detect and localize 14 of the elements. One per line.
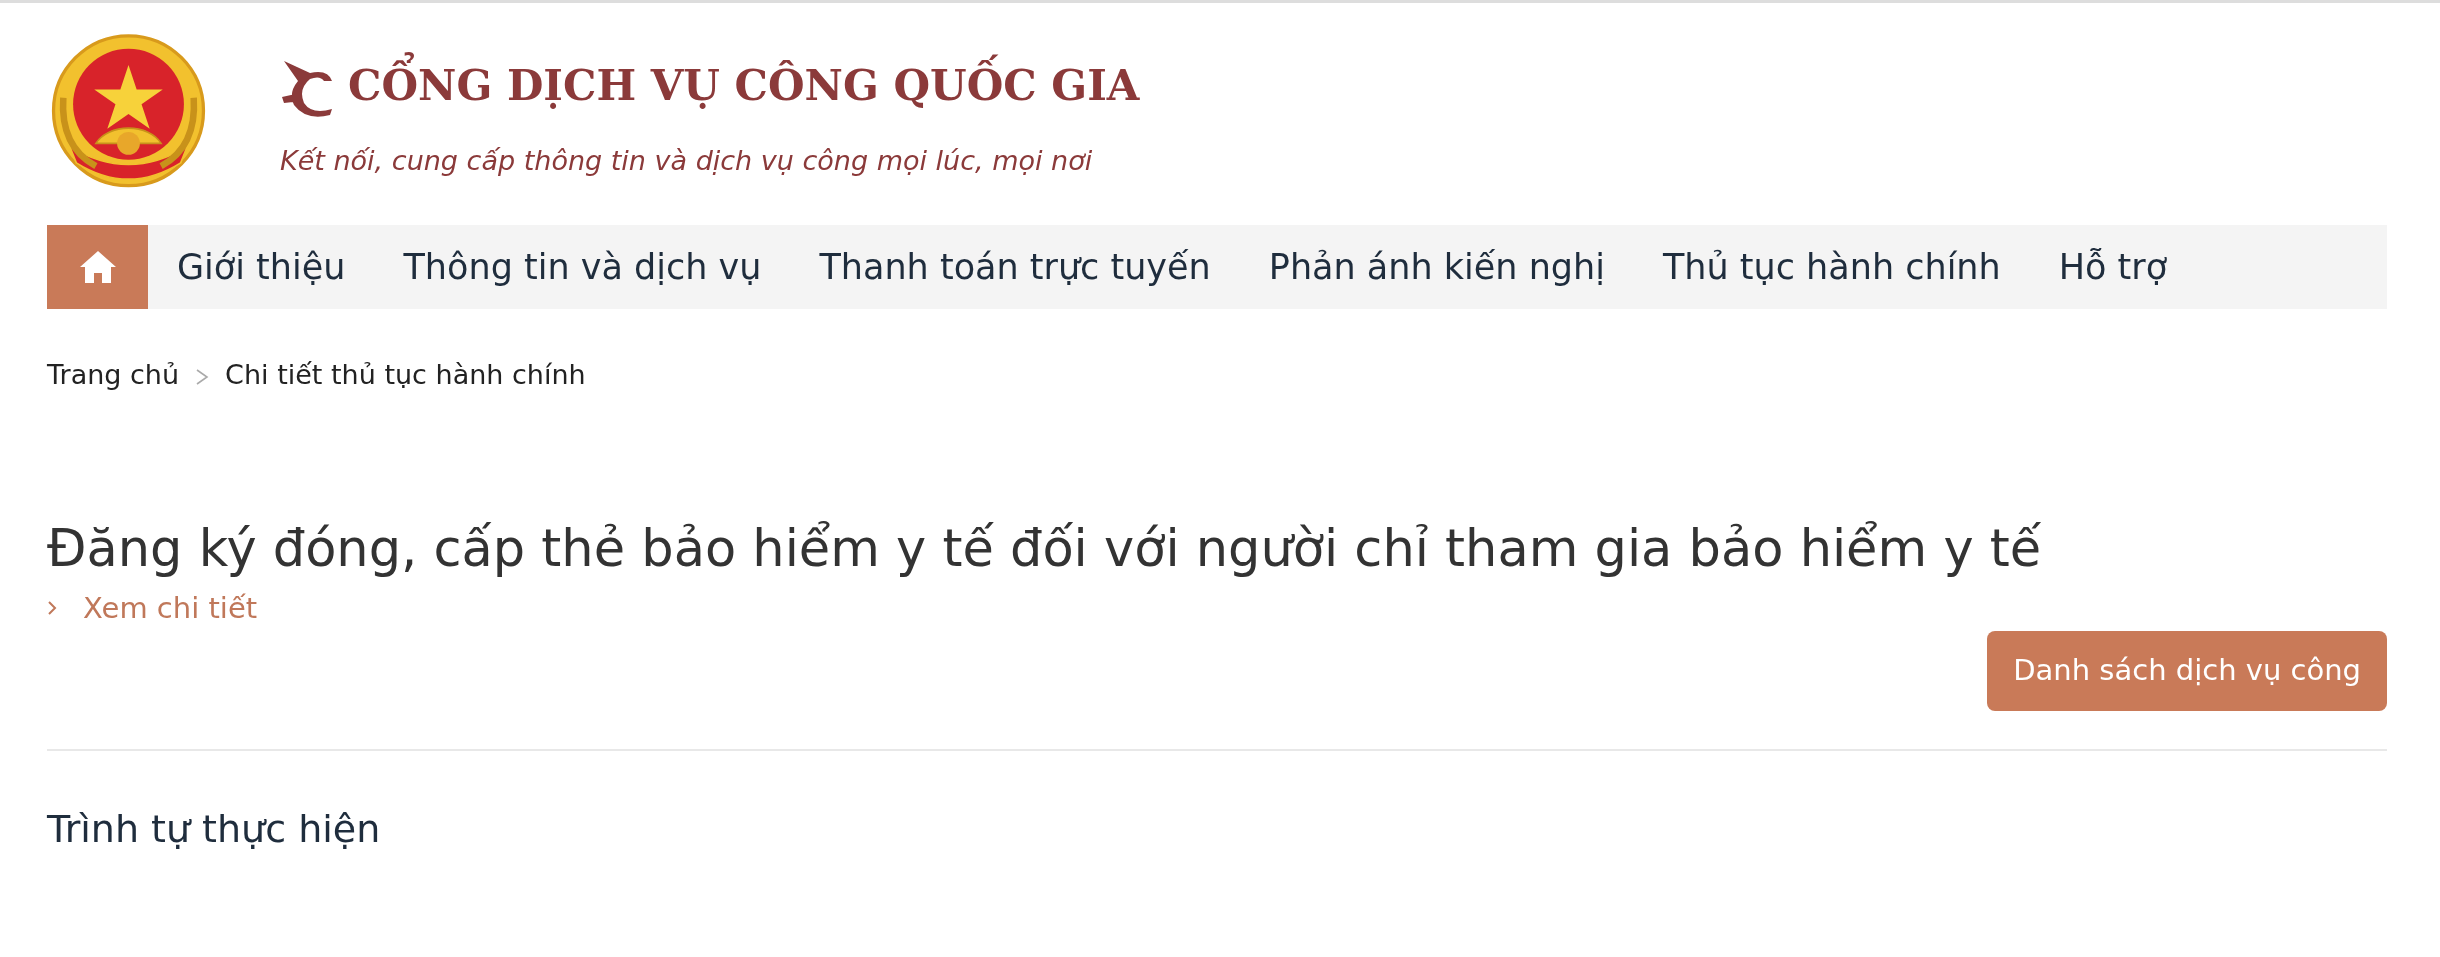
nav-link[interactable]: Phản ánh kiến nghị bbox=[1239, 225, 1634, 309]
site-title: CỔNG DỊCH VỤ CÔNG QUỐC GIA bbox=[344, 46, 1146, 120]
nav-link[interactable]: Thủ tục hành chính bbox=[1633, 225, 2030, 309]
nav-link[interactable]: Giới thiệu bbox=[148, 225, 375, 309]
nav-link[interactable]: Thông tin và dịch vụ bbox=[374, 225, 791, 309]
chevron-icon bbox=[47, 600, 57, 617]
site-slogan: Kết nối, cung cấp thông tin và dịch vụ công mọi lúc, mọi nơi bbox=[280, 144, 1094, 179]
section-heading: Trình tự thực hiện bbox=[47, 805, 382, 853]
nav-link[interactable]: Thanh toán trực tuyến bbox=[790, 225, 1240, 309]
procedure-title: Đăng ký đóng, cấp thẻ bảo hiểm y tế đối với người chỉ tham gia bảo hiểm y tế bbox=[47, 517, 2043, 579]
breadcrumb-item[interactable]: Trang chủ bbox=[47, 355, 180, 396]
nav-link[interactable]: Hỗ trợ bbox=[2029, 225, 2197, 309]
home-button[interactable] bbox=[47, 225, 148, 309]
breadcrumb-item: Chi tiết thủ tục hành chính bbox=[225, 358, 586, 392]
